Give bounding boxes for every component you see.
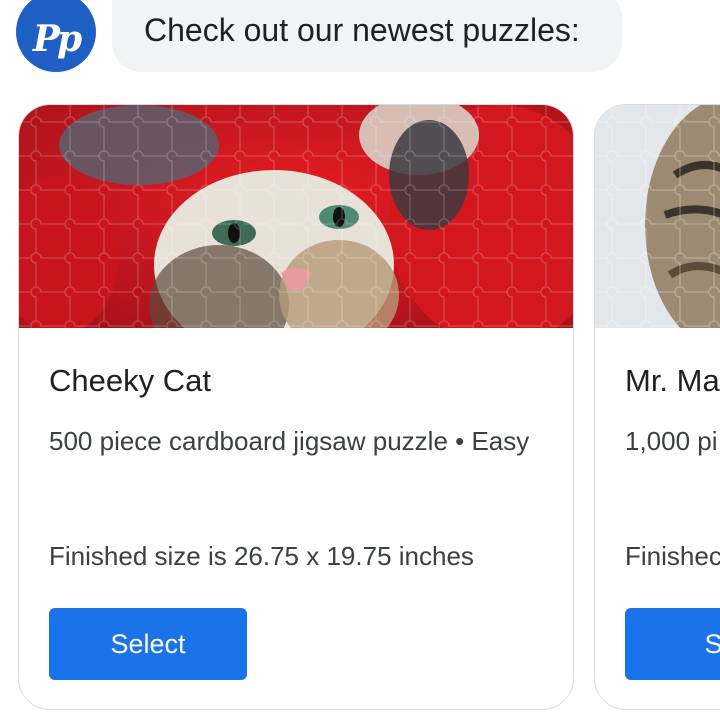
chat-message-bubble: Check out our newest puzzles: [112,0,622,72]
puzzle-card[interactable]: Cheeky Cat 500 piece cardboard jigsaw pu… [18,104,574,710]
puzzle-title: Cheeky Cat [49,363,211,398]
puzzle-title: Mr. Ma [625,363,720,398]
puzzle-image [19,105,573,328]
chat-message-text: Check out our newest puzzles: [144,12,580,48]
puzzle-card[interactable]: Mr. Ma 1,000 pi puzzle - Finishec Sel [594,104,720,710]
puzzle-description: 500 piece cardboard jigsaw puzzle • Easy [49,426,530,456]
puzzle-description: 1,000 pi puzzle - [625,426,720,456]
select-button[interactable]: Sel [625,608,720,680]
puzzle-carousel[interactable]: Cheeky Cat 500 piece cardboard jigsaw pu… [0,104,720,720]
select-button[interactable]: Select [49,608,247,680]
avatar-initials: Pp [32,18,82,60]
brand-avatar: Pp [16,0,96,72]
puzzle-image [595,105,720,328]
puzzle-size: Finishec [625,541,720,571]
puzzle-size: Finished size is 26.75 x 19.75 inches [49,541,474,571]
